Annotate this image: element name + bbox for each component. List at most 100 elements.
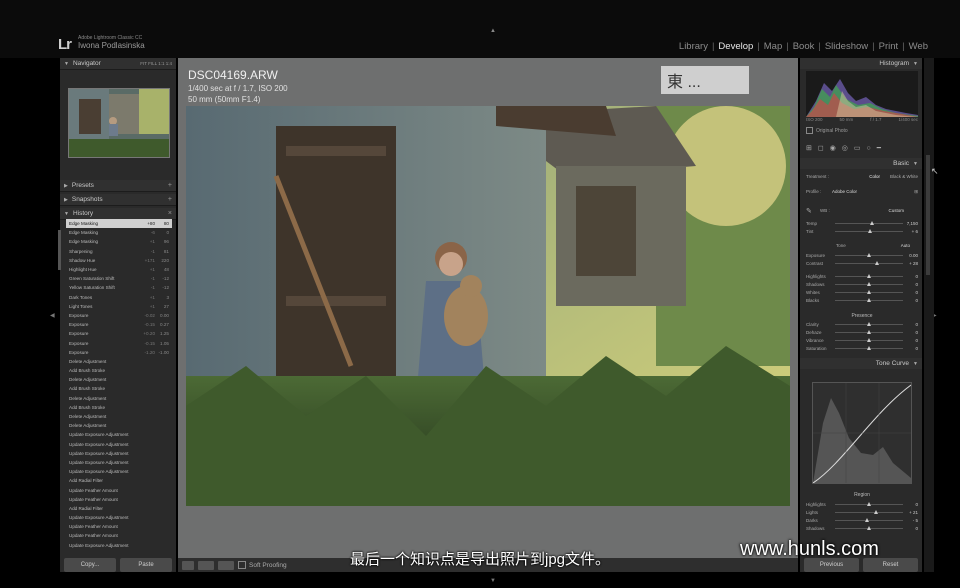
add-preset-icon[interactable]: + bbox=[168, 182, 172, 189]
slider-track[interactable] bbox=[835, 330, 903, 334]
crop-icon[interactable]: ◻ bbox=[818, 144, 824, 152]
slider-knob[interactable] bbox=[870, 221, 875, 225]
slider-knob[interactable] bbox=[867, 502, 871, 506]
navigator-preview[interactable] bbox=[68, 88, 170, 158]
history-step[interactable]: Delete Adjustment bbox=[66, 412, 172, 421]
history-step[interactable]: Dark Tones +1 3 bbox=[66, 293, 172, 302]
history-step[interactable]: Update Exposure Adjustment bbox=[66, 449, 172, 458]
history-step[interactable]: Add Brush Stroke bbox=[66, 384, 172, 393]
history-step[interactable]: Update Feather Amount bbox=[66, 531, 172, 540]
profile-dropdown[interactable]: Adobe Color bbox=[832, 189, 857, 194]
slider-knob[interactable] bbox=[873, 510, 878, 514]
slider-track[interactable] bbox=[835, 274, 903, 278]
history-step[interactable]: Exposure +0.20 1.25 bbox=[66, 329, 172, 338]
slider-value[interactable]: 0 bbox=[906, 322, 918, 327]
slider-value[interactable]: 0 bbox=[906, 330, 918, 335]
history-step[interactable]: Add Radial Filter bbox=[66, 504, 172, 513]
history-step[interactable]: Delete Adjustment bbox=[66, 394, 172, 403]
slider-knob[interactable] bbox=[867, 290, 871, 294]
right-panel-scrollbar[interactable] bbox=[926, 155, 930, 275]
history-step[interactable]: Exposure -0.02 0.00 bbox=[66, 311, 172, 320]
slider-track[interactable] bbox=[835, 298, 903, 302]
module-print[interactable]: Print bbox=[875, 41, 903, 52]
auto-tone-button[interactable]: Auto bbox=[901, 243, 910, 248]
slider-value[interactable]: 0 bbox=[906, 338, 918, 343]
slider-value[interactable]: 0 bbox=[906, 290, 918, 295]
history-step[interactable]: Delete Adjustment bbox=[66, 421, 172, 430]
slider-track[interactable] bbox=[835, 502, 903, 506]
main-photo[interactable] bbox=[186, 106, 790, 506]
module-develop[interactable]: Develop bbox=[714, 41, 757, 52]
slider-value[interactable]: - 5 bbox=[906, 518, 918, 523]
slider-knob[interactable] bbox=[867, 330, 871, 334]
navigator-zoom-options[interactable]: FIT FILL 1:1 1:4 bbox=[140, 61, 172, 66]
snapshots-header[interactable]: ▶ Snapshots + bbox=[60, 194, 176, 206]
history-step[interactable]: Yellow Saturation Shift -1 -12 bbox=[66, 283, 172, 292]
history-step[interactable]: Update Exposure Adjustment bbox=[66, 430, 172, 439]
slider-value[interactable]: 0 bbox=[906, 274, 918, 279]
history-step[interactable]: Highlight Hue +1 48 bbox=[66, 265, 172, 274]
module-web[interactable]: Web bbox=[905, 41, 932, 52]
histogram-header[interactable]: Histogram ▼ bbox=[800, 58, 922, 69]
slider-knob[interactable] bbox=[875, 261, 880, 265]
history-step[interactable]: Update Feather Amount bbox=[66, 522, 172, 531]
graduated-filter-icon[interactable]: ▭ bbox=[854, 144, 861, 152]
slider-track[interactable] bbox=[835, 229, 903, 233]
history-step[interactable]: Sharpening -1 81 bbox=[66, 247, 172, 256]
history-step[interactable]: Exposure -0.15 1.05 bbox=[66, 338, 172, 347]
slider-track[interactable] bbox=[835, 282, 903, 286]
module-book[interactable]: Book bbox=[789, 41, 819, 52]
history-step[interactable]: Shadow Hue +171 220 bbox=[66, 256, 172, 265]
slider-track[interactable] bbox=[835, 346, 903, 350]
history-step[interactable]: Add Radial Filter bbox=[66, 476, 172, 485]
history-step[interactable]: Delete Adjustment bbox=[66, 357, 172, 366]
treatment-color-option[interactable]: Color bbox=[869, 174, 880, 179]
history-step[interactable]: Update Exposure Adjustment bbox=[66, 467, 172, 476]
module-slideshow[interactable]: Slideshow bbox=[821, 41, 872, 52]
slider-knob[interactable] bbox=[867, 274, 871, 278]
treatment-bw-option[interactable]: Black & White bbox=[890, 174, 918, 179]
history-step[interactable]: Green Saturation Shift -1 -12 bbox=[66, 274, 172, 283]
wb-dropdown[interactable]: Custom bbox=[888, 208, 904, 213]
basic-header[interactable]: Basic ▼ bbox=[800, 158, 922, 169]
tone-curve-header[interactable]: Tone Curve ▼ bbox=[800, 358, 922, 369]
module-library[interactable]: Library bbox=[675, 41, 712, 52]
slider-knob[interactable] bbox=[867, 253, 871, 257]
slider-track[interactable] bbox=[835, 322, 903, 326]
history-step[interactable]: Exposure -0.15 0.27 bbox=[66, 320, 172, 329]
history-step[interactable]: Light Tones +1 27 bbox=[66, 302, 172, 311]
original-photo-toggle[interactable]: Original Photo bbox=[806, 127, 848, 134]
clear-history-icon[interactable]: × bbox=[168, 210, 172, 217]
tone-curve-graph[interactable] bbox=[812, 382, 912, 484]
slider-track[interactable] bbox=[835, 290, 903, 294]
module-map[interactable]: Map bbox=[760, 41, 786, 52]
history-step[interactable]: Edge Masking -6 0 bbox=[66, 228, 172, 237]
slider-value[interactable]: 0 bbox=[906, 298, 918, 303]
histogram-graph[interactable] bbox=[806, 71, 918, 117]
collapse-left-triangle-icon[interactable]: ◀ bbox=[50, 312, 55, 319]
history-scrollbar[interactable] bbox=[58, 230, 61, 270]
add-snapshot-icon[interactable]: + bbox=[168, 196, 172, 203]
slider-track[interactable] bbox=[835, 221, 903, 225]
history-step[interactable]: Update Feather Amount bbox=[66, 485, 172, 494]
slider-value[interactable]: 0 bbox=[906, 282, 918, 287]
history-step[interactable]: Delete Adjustment bbox=[66, 375, 172, 384]
slider-track[interactable] bbox=[835, 510, 903, 514]
spot-removal-icon[interactable]: ◉ bbox=[830, 144, 836, 152]
history-step[interactable]: Update Feather Amount bbox=[66, 495, 172, 504]
slider-knob[interactable] bbox=[867, 346, 871, 350]
slider-track[interactable] bbox=[835, 253, 903, 257]
navigator-header[interactable]: ▼ Navigator FIT FILL 1:1 1:4 bbox=[60, 58, 176, 70]
collapse-top-triangle-icon[interactable]: ▲ bbox=[490, 28, 496, 34]
slider-value[interactable]: 0 bbox=[906, 346, 918, 351]
slider-value[interactable]: 0 bbox=[906, 526, 918, 531]
slider-value[interactable]: 0 bbox=[906, 502, 918, 507]
slider-track[interactable] bbox=[835, 338, 903, 342]
presets-header[interactable]: ▶ Presets + bbox=[60, 180, 176, 192]
history-step[interactable]: Edge Masking +1 96 bbox=[66, 237, 172, 246]
grid-overlay-icon[interactable]: ⊞ bbox=[806, 144, 812, 152]
slider-knob[interactable] bbox=[864, 518, 869, 522]
slider-value[interactable]: 7,150 bbox=[906, 221, 918, 226]
history-step[interactable]: Edge Masking +80 80 bbox=[66, 219, 172, 229]
radial-filter-icon[interactable]: ○ bbox=[867, 145, 871, 152]
